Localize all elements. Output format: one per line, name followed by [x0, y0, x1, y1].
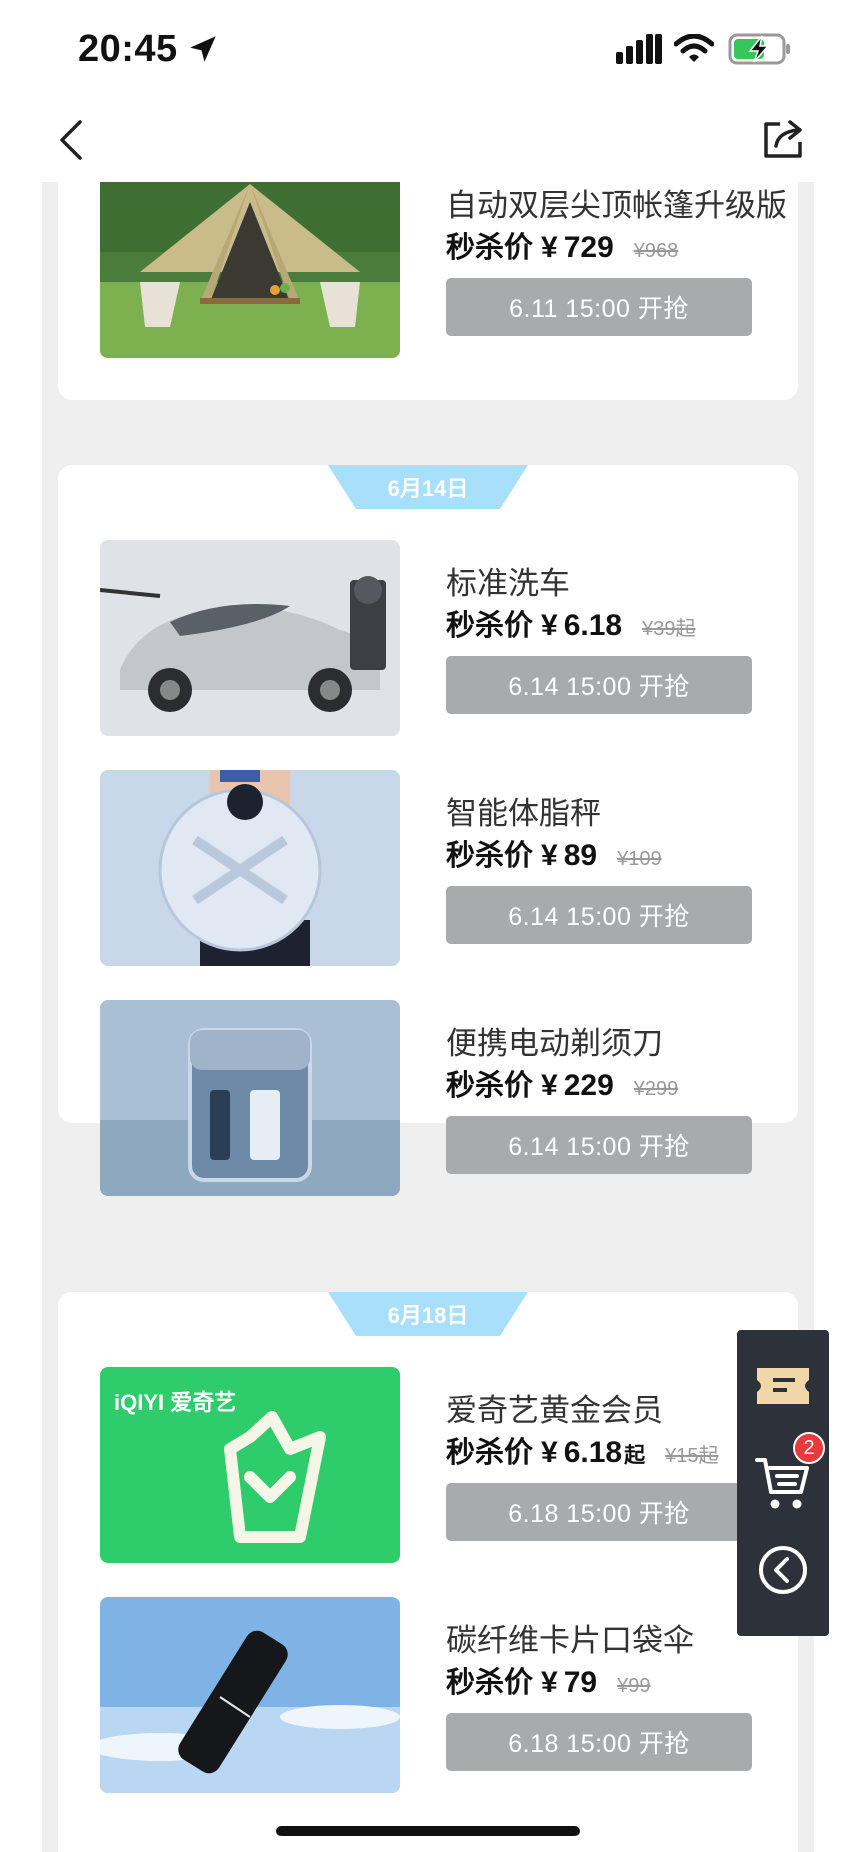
sale-price: ¥729 [541, 231, 614, 264]
list-item[interactable]: 智能体脂秤 秒杀价 ¥89 ¥109 6.14 15:00 开抢 [100, 770, 780, 966]
list-item[interactable]: 标准洗车 秒杀价 ¥6.18 ¥39起 6.14 15:00 开抢 [100, 540, 780, 736]
share-icon[interactable] [760, 116, 806, 162]
sale-price: ¥6.18 [541, 1436, 623, 1469]
product-image-car-wash [100, 540, 400, 736]
grab-button[interactable]: 6.18 15:00 开抢 [446, 1713, 752, 1771]
grab-button[interactable]: 6.11 15:00 开抢 [446, 278, 752, 336]
original-price: ¥299 [633, 1078, 679, 1100]
price-label: 秒杀价 [446, 610, 534, 642]
product-name: 自动双层尖顶帐篷升级版 [446, 188, 787, 223]
price-row: 秒杀价 ¥79 ¥99 [446, 1659, 650, 1701]
location-arrow-icon [190, 36, 216, 62]
grab-button[interactable]: 6.18 15:00 开抢 [446, 1483, 752, 1541]
status-time: 20:45 [78, 28, 178, 70]
product-image-iqiyi: iQIYI 爱奇艺 [100, 1367, 400, 1563]
circle-chevron-left-icon[interactable] [757, 1544, 809, 1596]
price-label: 秒杀价 [446, 840, 534, 872]
home-indicator[interactable] [276, 1826, 580, 1836]
price-row: 秒杀价 ¥229 ¥299 [446, 1062, 678, 1104]
product-name: 标准洗车 [446, 566, 570, 601]
navigation-bar [0, 100, 856, 180]
wifi-icon [674, 34, 714, 62]
product-image-body-fat-scale [100, 770, 400, 966]
product-name: 智能体脂秤 [446, 796, 601, 831]
floating-action-panel: 2 [737, 1330, 829, 1636]
date-tab: 6月14日 [328, 465, 528, 509]
sale-price: ¥229 [541, 1069, 614, 1102]
grab-button[interactable]: 6.14 15:00 开抢 [446, 1116, 752, 1174]
status-bar: 20:45 [0, 0, 856, 100]
sale-card-june-14: 6月14日 标准洗车 秒杀价 ¥6.18 ¥39起 6.14 15:00 开抢 … [58, 465, 798, 1196]
sale-card-previous: 自动双层尖顶帐篷升级版 秒杀价 ¥729 ¥968 6.11 15:00 开抢 [58, 182, 798, 400]
coupon-ticket-icon[interactable] [755, 1364, 811, 1408]
grab-button[interactable]: 6.14 15:00 开抢 [446, 656, 752, 714]
product-name: 爱奇艺黄金会员 [446, 1393, 663, 1428]
sale-price: ¥6.18 [541, 609, 623, 642]
flash-sale-list[interactable]: 自动双层尖顶帐篷升级版 秒杀价 ¥729 ¥968 6.11 15:00 开抢 … [42, 182, 814, 1852]
sale-price: ¥89 [541, 839, 598, 872]
product-image-umbrella [100, 1597, 400, 1793]
list-item[interactable]: iQIYI 爱奇艺 爱奇艺黄金会员 秒杀价 ¥6.18 起 ¥15起 6.18 … [100, 1367, 780, 1563]
grab-button[interactable]: 6.14 15:00 开抢 [446, 886, 752, 944]
chevron-left-icon[interactable] [52, 118, 92, 162]
product-name: 碳纤维卡片口袋伞 [446, 1623, 694, 1658]
original-price: ¥109 [617, 848, 662, 870]
price-label: 秒杀价 [446, 1667, 534, 1699]
price-label: 秒杀价 [446, 1070, 534, 1102]
sale-card-june-18: 6月18日 iQIYI 爱奇艺 爱奇艺黄金会员 秒杀价 ¥6.18 起 ¥15起… [58, 1292, 798, 1852]
original-price: ¥99 [617, 1675, 651, 1697]
list-item[interactable]: 便携电动剃须刀 秒杀价 ¥229 ¥299 6.14 15:00 开抢 [100, 1000, 780, 1196]
price-label: 秒杀价 [446, 1437, 534, 1469]
battery-charging-icon [728, 33, 790, 65]
price-row: 秒杀价 ¥6.18 起 ¥15起 [446, 1429, 718, 1471]
original-price: ¥39起 [642, 618, 696, 640]
price-label: 秒杀价 [446, 232, 534, 264]
product-image-tent [100, 182, 400, 358]
price-row: 秒杀价 ¥6.18 ¥39起 [446, 602, 695, 644]
original-price: ¥15起 [665, 1445, 719, 1467]
price-suffix: 起 [624, 1444, 646, 1467]
cellular-signal-icon [616, 34, 662, 64]
list-item[interactable]: 碳纤维卡片口袋伞 秒杀价 ¥79 ¥99 6.18 15:00 开抢 [100, 1597, 780, 1793]
original-price: ¥968 [633, 240, 679, 262]
price-row: 秒杀价 ¥729 ¥968 [446, 224, 678, 266]
list-item[interactable]: 自动双层尖顶帐篷升级版 秒杀价 ¥729 ¥968 6.11 15:00 开抢 [100, 182, 787, 358]
date-tab: 6月18日 [328, 1292, 528, 1336]
product-name: 便携电动剃须刀 [446, 1026, 663, 1061]
product-image-shaver [100, 1000, 400, 1196]
cart-count-badge: 2 [793, 1432, 825, 1464]
price-row: 秒杀价 ¥89 ¥109 [446, 832, 662, 874]
sale-price: ¥79 [541, 1666, 598, 1699]
